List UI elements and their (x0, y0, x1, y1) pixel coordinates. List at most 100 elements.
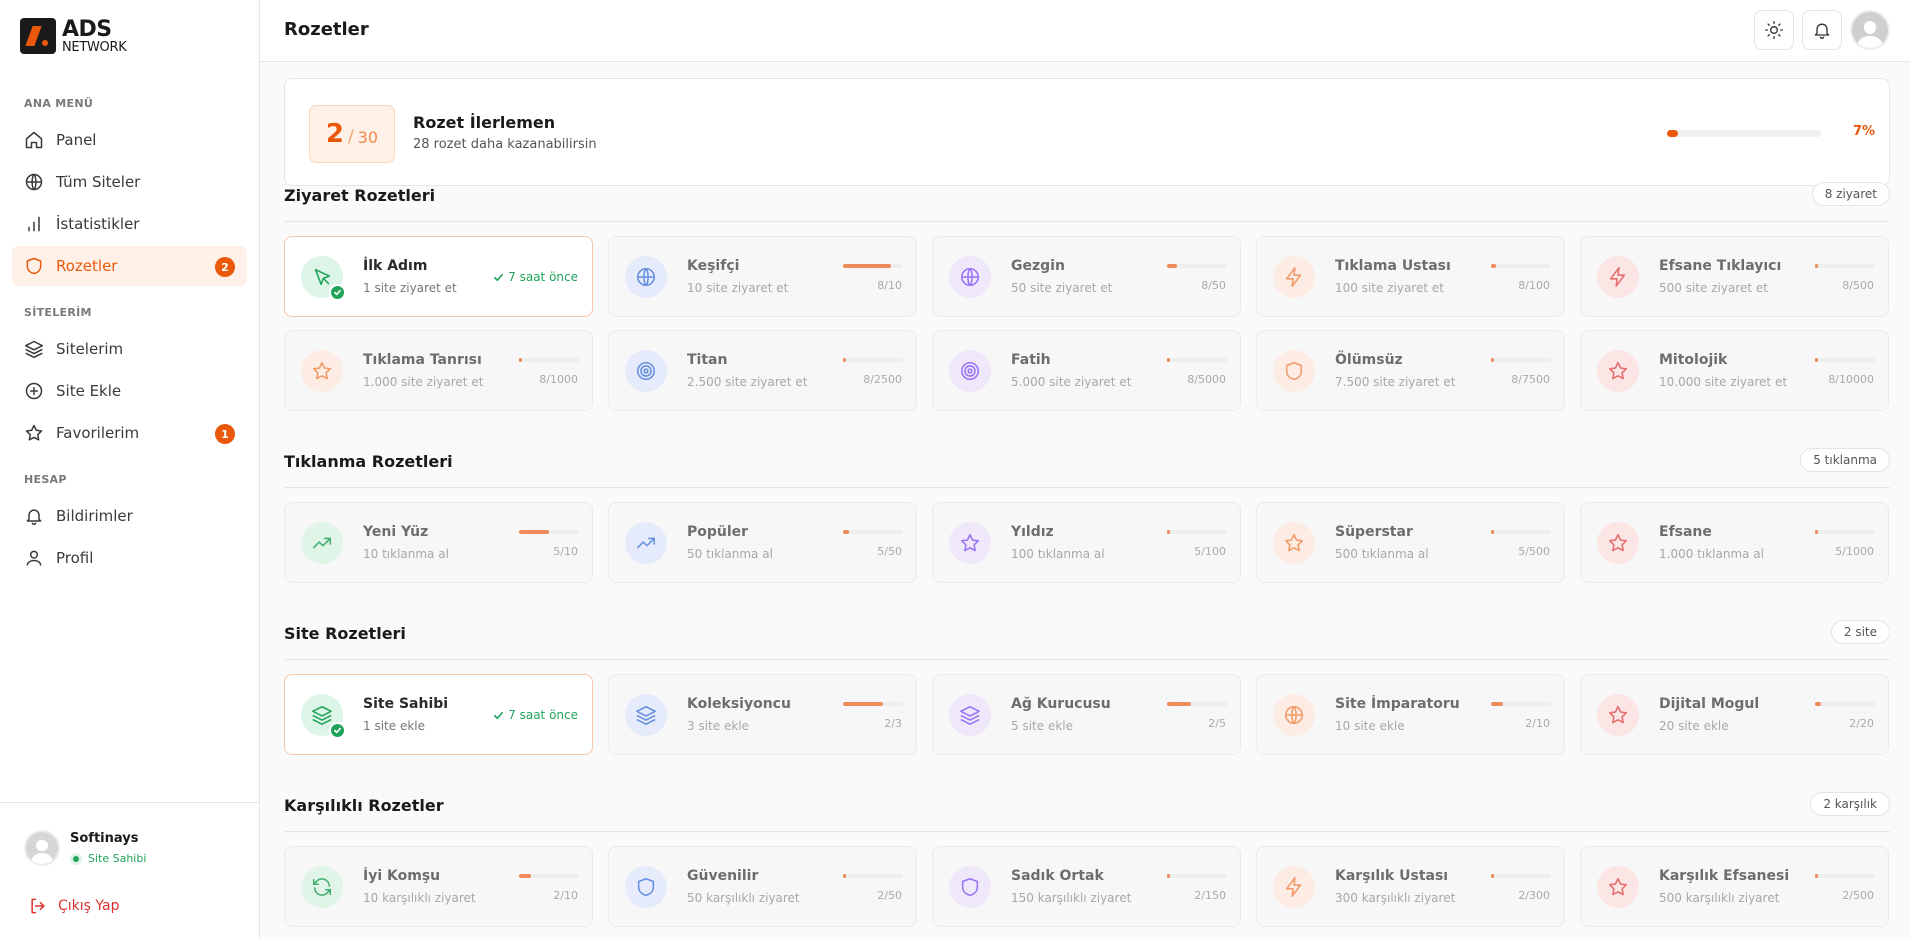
badge-progress-bar (519, 530, 579, 534)
theme-toggle-button[interactable] (1754, 10, 1794, 50)
badge-name: Süperstar (1335, 524, 1413, 540)
user-card[interactable]: Softinays Site Sahibi (24, 830, 146, 866)
earned-time: 7 saat önce (493, 708, 578, 722)
badge-progress-bar (519, 358, 579, 362)
section-count-pill: 8 ziyaret (1811, 182, 1890, 206)
logo[interactable]: ADS NETWORK (20, 16, 127, 54)
badge-name: Karşılık Efsanesi (1659, 868, 1790, 884)
badge-progress-count: 2/500 (1842, 889, 1874, 902)
badge-grid: Site Sahibi 1 site ekle 7 saat önce Koleksi… (284, 674, 1889, 755)
sidebar-item-panel[interactable]: Panel (12, 120, 247, 160)
badge-card[interactable]: Ölümsüz 7.500 site ziyaret et 8/7500 (1256, 330, 1565, 411)
badge-card[interactable]: Titan 2.500 site ziyaret et 8/2500 (608, 330, 917, 411)
bar-chart-icon (28, 216, 40, 232)
badge-progress-fill (1815, 530, 1818, 534)
badge-card[interactable]: Tıklama Tanrısı 1.000 site ziyaret et 8/10… (284, 330, 593, 411)
badge-icon-circle (1273, 522, 1315, 564)
user-avatar-button[interactable] (1850, 10, 1890, 50)
sidebar-item-notifications[interactable]: Bildirimler (12, 496, 247, 536)
badge-progress-count: 8/10000 (1828, 373, 1874, 386)
badge-progress-fill (1815, 264, 1818, 268)
badge-card[interactable]: Sadık Ortak 150 karşılıklı ziyaret 2/150 (932, 846, 1241, 927)
badge-card[interactable]: Karşılık Ustası 300 karşılıklı ziyaret 2/3… (1256, 846, 1565, 927)
badge-card[interactable]: Popüler 50 tıklanma al 5/50 (608, 502, 917, 583)
badge-name: Site Sahibi (363, 696, 449, 712)
section-title: Ziyaret Rozetleri (284, 186, 436, 205)
badge-description: 100 site ziyaret et (1335, 281, 1444, 295)
logout-button[interactable]: Çıkış Yap (28, 896, 120, 916)
badge-card[interactable]: İyi Komşu 10 karşılıklı ziyaret 2/10 (284, 846, 593, 927)
badge-description: 7.500 site ziyaret et (1335, 375, 1456, 389)
sidebar-item-my-sites[interactable]: Sitelerim (12, 329, 247, 369)
badge-description: 500 karşılıklı ziyaret (1659, 891, 1780, 905)
badge-card[interactable]: Site İmparatoru 10 site ekle 2/10 (1256, 674, 1565, 755)
badge-name: Titan (687, 352, 728, 368)
badge-card[interactable]: Fatih 5.000 site ziyaret et 8/5000 (932, 330, 1241, 411)
badge-progress-count: 2/20 (1849, 717, 1874, 730)
badge-progress-fill (843, 358, 846, 362)
badge-description: 10 site ekle (1335, 719, 1405, 733)
badge-card[interactable]: Tıklama Ustası 100 site ziyaret et 8/100 (1256, 236, 1565, 317)
sidebar-item-all-sites[interactable]: Tüm Siteler (12, 162, 247, 202)
section-header: Karşılıklı Rozetler 2 karşılık (284, 786, 1890, 832)
badge-icon-circle (301, 694, 346, 739)
badge-icon-circle (301, 522, 343, 564)
badge-progress-bar (1815, 702, 1875, 706)
badge-progress-bar (1491, 702, 1551, 706)
sidebar-item-label: İstatistikler (56, 215, 140, 233)
sidebar-item-profile[interactable]: Profil (12, 538, 247, 578)
badge-name: Fatih (1011, 352, 1051, 368)
layers-icon (24, 340, 44, 359)
badge-card[interactable]: Gezgin 50 site ziyaret et 8/50 (932, 236, 1241, 317)
badge-progress-bar (1815, 358, 1875, 362)
section-title-main: ANA MENÜ (24, 97, 94, 110)
badge-description: 50 karşılıklı ziyaret (687, 891, 800, 905)
badge-description: 300 karşılıklı ziyaret (1335, 891, 1456, 905)
badge-card[interactable]: Site Sahibi 1 site ekle 7 saat önce (284, 674, 593, 755)
target-icon (960, 361, 980, 381)
badge-card[interactable]: Yıldız 100 tıklanma al 5/100 (932, 502, 1241, 583)
badge-card[interactable]: Efsane Tıklayıcı 500 site ziyaret et 8/500 (1580, 236, 1889, 317)
star-icon (1608, 877, 1628, 896)
badge-card[interactable]: Keşifçi 10 site ziyaret et 8/10 (608, 236, 917, 317)
badge-description: 50 site ziyaret et (1011, 281, 1113, 295)
badge-card[interactable]: İlk Adım 1 site ziyaret et 7 saat önce (284, 236, 593, 317)
badge-card[interactable]: Güvenilir 50 karşılıklı ziyaret 2/50 (608, 846, 917, 927)
badge-description: 20 site ekle (1659, 719, 1729, 733)
badge-progress-bar (1167, 264, 1227, 268)
sun-icon (1765, 21, 1783, 39)
badge-name: İyi Komşu (363, 868, 441, 884)
badge-card[interactable]: Ağ Kurucusu 5 site ekle 2/5 (932, 674, 1241, 755)
sidebar-item-statistics[interactable]: İstatistikler (12, 204, 247, 244)
user-name: Softinays (70, 831, 139, 846)
logo-mark-icon (20, 18, 56, 54)
sidebar-item-label: Favorilerim (56, 424, 140, 442)
badge-progress-fill (1167, 264, 1177, 268)
lightning-icon (1285, 267, 1302, 287)
badge-progress-fill (1491, 702, 1503, 706)
badge-progress-count: 8/100 (1518, 279, 1550, 292)
badge-card[interactable]: Koleksiyoncu 3 site ekle 2/3 (608, 674, 917, 755)
badge-name: Tıklama Tanrısı (363, 352, 482, 368)
shield-icon (1285, 361, 1303, 381)
badge-progress-fill (1815, 702, 1821, 706)
user-role-label: Site Sahibi (88, 852, 147, 865)
badge-card[interactable]: Mitolojik 10.000 site ziyaret et 8/10000 (1580, 330, 1889, 411)
badge-name: Koleksiyoncu (687, 696, 791, 712)
badge-card[interactable]: Yeni Yüz 10 tıklanma al 5/10 (284, 502, 593, 583)
sidebar-item-favorites[interactable]: Favorilerim 1 (12, 413, 247, 453)
main-content: 2 / 30 Rozet İlerlemen 28 rozet daha kaz… (260, 62, 1910, 939)
sidebar-item-label: Site Ekle (56, 382, 122, 400)
notifications-button[interactable] (1802, 10, 1842, 50)
sidebar-item-add-site[interactable]: Site Ekle (12, 371, 247, 411)
logout-label: Çıkış Yap (58, 898, 120, 914)
sidebar-item-badges[interactable]: Rozetler 2 (12, 246, 247, 286)
layers-icon (636, 705, 656, 725)
badge-card[interactable]: Dijital Mogul 20 site ekle 2/20 (1580, 674, 1889, 755)
logo-title: ADS (62, 16, 112, 42)
badge-progress-fill (1815, 358, 1818, 362)
badge-card[interactable]: Süperstar 500 tıklanma al 5/500 (1256, 502, 1565, 583)
badge-description: 3 site ekle (687, 719, 749, 733)
badge-card[interactable]: Karşılık Efsanesi 500 karşılıklı ziyaret 2… (1580, 846, 1889, 927)
badge-card[interactable]: Efsane 1.000 tıklanma al 5/1000 (1580, 502, 1889, 583)
